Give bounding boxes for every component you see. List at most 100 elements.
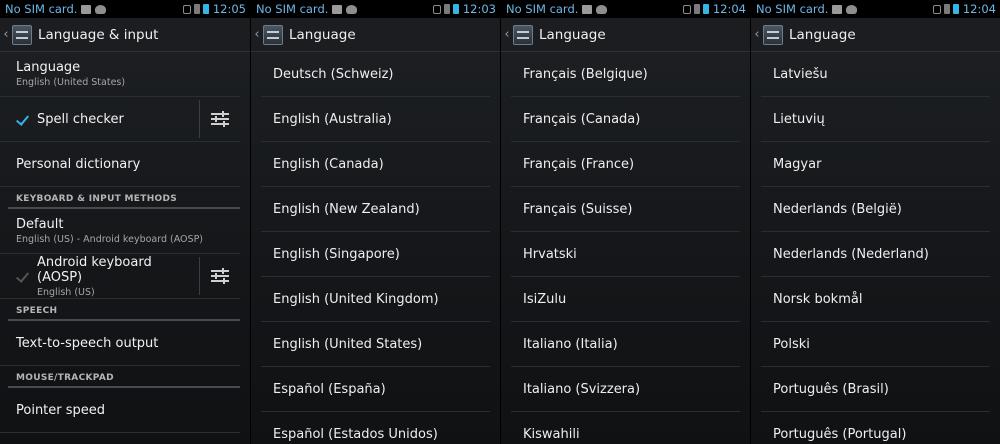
rotation-lock-icon [182,4,191,14]
language-pref-title: Language [16,60,81,75]
language-item[interactable]: IsiZulu [511,277,740,322]
vibrate-icon [443,4,450,14]
personal-dictionary-title: Personal dictionary [16,156,141,172]
personal-dictionary-pref[interactable]: Personal dictionary [0,142,240,187]
image-notification-icon [332,4,343,14]
language-item[interactable]: Français (Suisse) [511,187,740,232]
language-item[interactable]: English (United States) [261,322,490,367]
android-keyboard-pref[interactable]: Android keyboard (AOSP) English (US) [0,254,240,299]
default-keyboard-pref[interactable]: Default English (US) - Android keyboard … [0,209,240,254]
default-keyboard-title: Default [16,217,64,232]
android-keyboard-summary: English (US) [37,286,95,298]
android-debug-icon [596,4,608,14]
language-item[interactable]: Español (Estados Unidos) [261,412,490,444]
spell-checker-checkbox[interactable] [16,113,29,126]
language-item[interactable]: Français (Belgique) [511,52,740,97]
language-item[interactable]: Kiswahili [511,412,740,444]
vibrate-icon [693,4,700,14]
android-debug-icon [95,4,107,14]
android-keyboard-settings-button[interactable] [199,257,240,295]
battery-icon [202,4,209,14]
vibrate-icon [943,4,950,14]
language-item[interactable]: English (Singapore) [261,232,490,277]
screen-language-3: No SIM card. 12:04 ‹ Language Latviešu L… [750,0,1000,444]
sliders-icon [211,111,229,127]
language-list: Deutsch (Schweiz) English (Australia) En… [251,52,500,444]
tts-title: Text-to-speech output [16,335,159,351]
language-item[interactable]: English (Australia) [261,97,490,142]
status-bar: No SIM card. 12:04 [751,0,1000,18]
android-debug-icon [846,4,858,14]
settings-app-icon[interactable] [263,24,283,45]
language-item[interactable]: Português (Brasil) [761,367,990,412]
language-item[interactable]: Lietuvių [761,97,990,142]
settings-app-icon[interactable] [763,24,783,45]
up-caret-icon[interactable]: ‹ [253,27,261,42]
section-header-mouse: MOUSE/TRACKPAD [8,366,240,388]
carrier-text: No SIM card. [256,2,329,16]
up-caret-icon[interactable]: ‹ [503,27,511,42]
battery-icon [952,4,959,14]
action-bar[interactable]: ‹ Language [251,18,500,52]
sliders-icon [211,268,229,284]
language-pref-summary: English (United States) [16,77,126,88]
pointer-speed-pref[interactable]: Pointer speed [0,388,240,433]
language-item[interactable]: Magyar [761,142,990,187]
android-keyboard-text: Android keyboard (AOSP) English (US) [37,255,199,298]
language-list: Français (Belgique) Français (Canada) Fr… [501,52,750,444]
language-item[interactable]: Nederlands (Nederland) [761,232,990,277]
status-bar: No SIM card. 12:04 [501,0,750,18]
language-item[interactable]: English (New Zealand) [261,187,490,232]
screen-language-1: No SIM card. 12:03 ‹ Language Deutsch (S… [250,0,500,444]
battery-icon [452,4,459,14]
screen-language-input: No SIM card. 12:05 ‹ Language & input La… [0,0,250,444]
tts-pref[interactable]: Text-to-speech output [0,321,240,366]
language-item[interactable]: Norsk bokmål [761,277,990,322]
language-item[interactable]: Nederlands (België) [761,187,990,232]
language-item[interactable]: Polski [761,322,990,367]
carrier-text: No SIM card. [756,2,829,16]
section-header-speech: SPEECH [8,299,240,321]
android-debug-icon [346,4,358,14]
image-notification-icon [582,4,593,14]
language-item[interactable]: Français (Canada) [511,97,740,142]
action-bar[interactable]: ‹ Language [751,18,1000,52]
language-item[interactable]: Deutsch (Schweiz) [261,52,490,97]
language-item[interactable]: Latviešu [761,52,990,97]
page-title: Language [289,26,356,43]
settings-app-icon[interactable] [12,24,32,45]
clock: 12:03 [462,2,496,16]
page-title: Language & input [38,26,159,43]
battery-icon [702,4,709,14]
up-caret-icon[interactable]: ‹ [753,27,761,42]
up-caret-icon[interactable]: ‹ [2,27,10,42]
carrier-text: No SIM card. [506,2,579,16]
status-bar: No SIM card. 12:03 [251,0,500,18]
action-bar[interactable]: ‹ Language & input [0,18,250,52]
language-pref[interactable]: Language English (United States) [0,52,240,97]
settings-app-icon[interactable] [513,24,533,45]
screens: No SIM card. 12:05 ‹ Language & input La… [0,0,1000,444]
spell-checker-settings-button[interactable] [199,100,240,138]
android-keyboard-checkbox[interactable] [16,270,29,283]
language-item[interactable]: Português (Portugal) [761,412,990,444]
image-notification-icon [832,4,843,14]
carrier-text: No SIM card. [5,2,78,16]
page-title: Language [539,26,606,43]
page-title: Language [789,26,856,43]
screen-language-2: No SIM card. 12:04 ‹ Language Français (… [500,0,750,444]
default-keyboard-summary: English (US) - Android keyboard (AOSP) [16,234,203,245]
status-bar: No SIM card. 12:05 [0,0,250,18]
rotation-lock-icon [682,4,691,14]
language-item[interactable]: Italiano (Svizzera) [511,367,740,412]
language-item[interactable]: English (United Kingdom) [261,277,490,322]
rotation-lock-icon [432,4,441,14]
language-item[interactable]: Italiano (Italia) [511,322,740,367]
pointer-speed-title: Pointer speed [16,402,106,418]
language-item[interactable]: Hrvatski [511,232,740,277]
spell-checker-pref[interactable]: Spell checker [0,97,240,142]
language-item[interactable]: English (Canada) [261,142,490,187]
language-item[interactable]: Español (España) [261,367,490,412]
action-bar[interactable]: ‹ Language [501,18,750,52]
language-item[interactable]: Français (France) [511,142,740,187]
